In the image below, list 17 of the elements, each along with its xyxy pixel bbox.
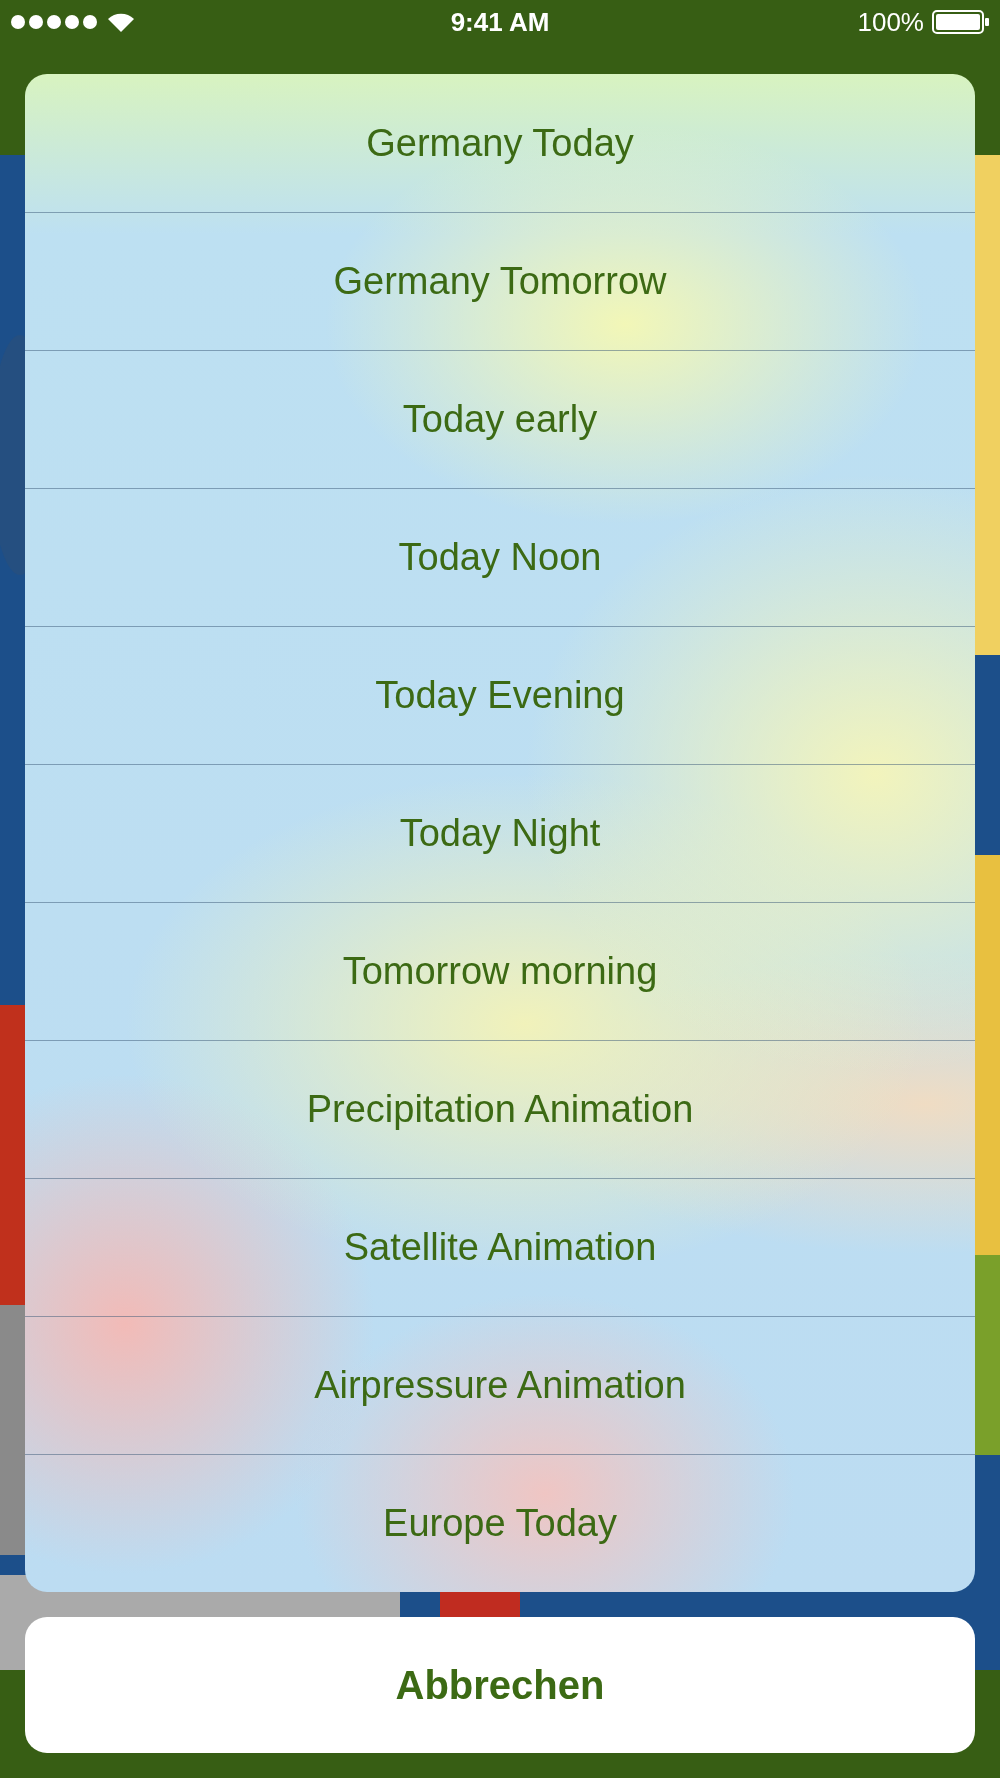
battery-percentage: 100% (857, 6, 924, 38)
signal-icon (10, 14, 98, 30)
action-sheet-option[interactable]: Satellite Animation (25, 1178, 975, 1316)
wifi-icon (106, 11, 136, 33)
action-sheet-option[interactable]: Today early (25, 350, 975, 488)
action-sheet-option[interactable]: Airpressure Animation (25, 1316, 975, 1454)
action-sheet-option[interactable]: Germany Tomorrow (25, 212, 975, 350)
action-sheet-option[interactable]: Today Evening (25, 626, 975, 764)
action-sheet-option[interactable]: Tomorrow morning (25, 902, 975, 1040)
action-sheet-option[interactable]: Today Night (25, 764, 975, 902)
cancel-button[interactable]: Abbrechen (25, 1617, 975, 1753)
status-time: 9:41 AM (450, 6, 550, 38)
action-sheet-option[interactable]: Today Noon (25, 488, 975, 626)
action-sheet-option[interactable]: Precipitation Animation (25, 1040, 975, 1178)
action-sheet-option[interactable]: Europe Today (25, 1454, 975, 1592)
action-sheet-option[interactable]: Germany Today (25, 74, 975, 212)
battery-icon (932, 10, 990, 34)
